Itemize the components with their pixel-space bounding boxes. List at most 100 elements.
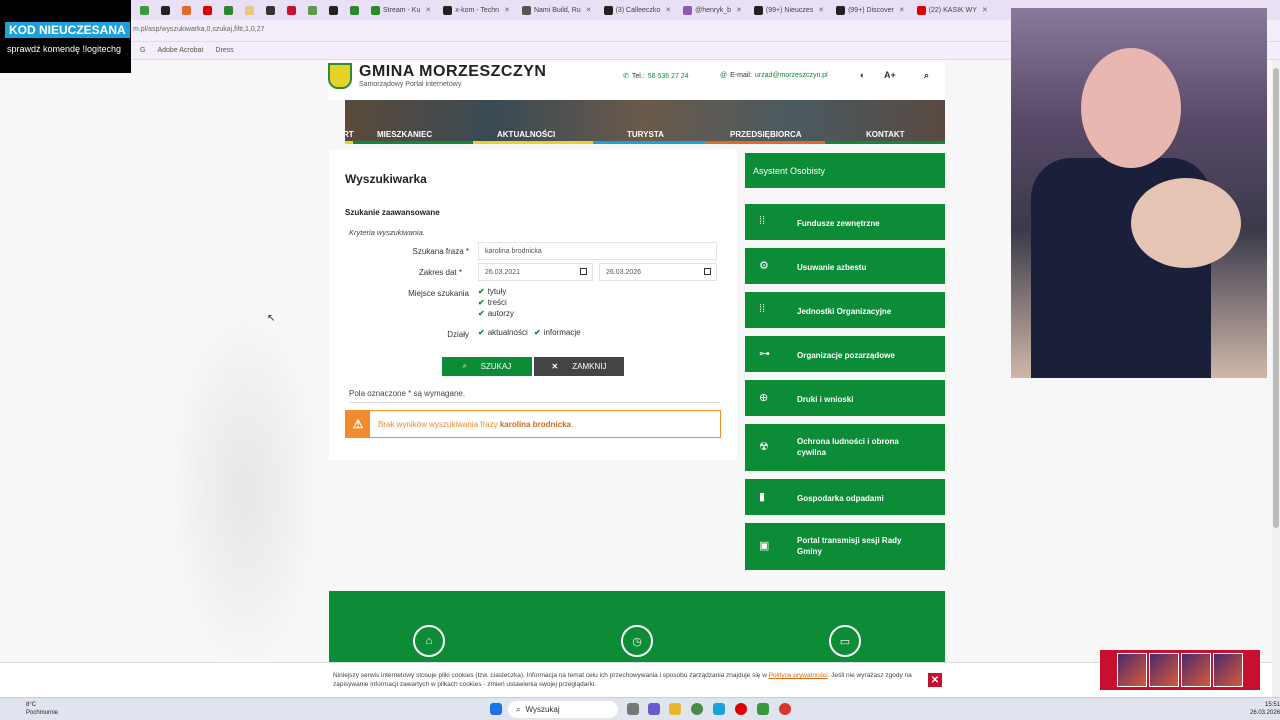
browser-tab[interactable] — [345, 2, 364, 18]
stream-overlay: KOD NIEUCZESANA sprawdź komendę !logitec… — [0, 0, 131, 73]
site-name[interactable]: GMINA MORZESZCZYN — [359, 63, 546, 81]
app-icon[interactable] — [779, 703, 791, 715]
nav-item-przedsiebiorca[interactable]: PRZEDSIĘBIORCA — [730, 130, 802, 139]
taskbar-search[interactable]: ⌕ Wyszukaj — [508, 701, 618, 718]
app-icon[interactable] — [713, 703, 725, 715]
weather-widget[interactable]: 8°C Pochmurnie — [10, 701, 58, 717]
system-clock[interactable]: 15:51 26.03.2026 — [1250, 701, 1280, 717]
contrast-icon[interactable]: ◐ — [860, 70, 865, 80]
browser-tab[interactable] — [156, 2, 175, 18]
document-icon[interactable]: ▭ — [829, 625, 861, 657]
search-button[interactable]: ⌕ SZUKAJ — [442, 357, 532, 376]
privacy-policy-link[interactable]: Polityce prywatności — [769, 672, 828, 679]
chrome-icon[interactable] — [691, 703, 703, 715]
section-checkbox-info[interactable]: ✔ informacje — [534, 328, 581, 337]
browser-tab[interactable] — [135, 2, 154, 18]
task-view-icon[interactable] — [627, 703, 639, 715]
browser-tab[interactable]: Nami Build, Ru ✕ — [517, 2, 597, 18]
tab-close-icon[interactable]: ✕ — [982, 6, 988, 14]
game-card — [1149, 653, 1179, 687]
browser-tab[interactable] — [219, 2, 238, 18]
scrollbar-thumb[interactable] — [1273, 68, 1279, 528]
browser-tab[interactable] — [282, 2, 301, 18]
tab-favicon-icon — [521, 5, 531, 15]
sidebar-item-forms[interactable]: ⊕ Druki i wnioski — [745, 380, 945, 416]
font-size-button[interactable]: A+ — [884, 70, 896, 80]
nav-item-turysta[interactable]: TURYSTA — [627, 130, 664, 139]
place-label: Miejsce szukania — [408, 289, 469, 298]
tab-close-icon[interactable]: ✕ — [736, 6, 742, 14]
site-subtitle: Samorządowy Portal internetowy — [359, 81, 462, 88]
sidebar-item-label: Gospodarka odpadami — [797, 494, 884, 503]
tab-favicon-icon — [224, 5, 233, 15]
phone-contact[interactable]: ✆ Tel.: 58 536 27 24 — [623, 72, 689, 81]
date-to-input[interactable]: 26.03.2026 — [599, 263, 717, 281]
webcam-overlay — [1011, 8, 1267, 378]
browser-tab[interactable] — [303, 2, 322, 18]
tab-close-icon[interactable]: ✕ — [504, 6, 510, 14]
tab-close-icon[interactable]: ✕ — [665, 6, 671, 14]
tab-close-icon[interactable]: ✕ — [586, 6, 592, 14]
search-icon[interactable]: ⌕ — [924, 70, 929, 81]
browser-tab[interactable]: @henryk_b ✕ — [678, 2, 747, 18]
browser-tab[interactable]: x-kom - Techn ✕ — [438, 2, 515, 18]
alert-phrase: karolina brodnicka — [499, 420, 571, 429]
calendar-icon[interactable] — [580, 268, 587, 275]
browser-tab[interactable] — [324, 2, 343, 18]
place-checkbox-contents[interactable]: ✔ treści — [478, 298, 507, 307]
sidebar-item-council-stream[interactable]: ▣ Portal transmisji sesji Rady Gminy — [745, 523, 945, 570]
phone-number: 58 536 27 24 — [647, 72, 689, 80]
browser-tab[interactable] — [198, 2, 217, 18]
app-icon[interactable] — [757, 703, 769, 715]
nav-item-mieszkaniec[interactable]: MIESZKANIEC — [377, 130, 432, 139]
nav-item-start[interactable]: RT — [345, 130, 354, 139]
page-scrollbar[interactable] — [1272, 60, 1280, 697]
tab-label: (22) KASIK WY — [928, 6, 977, 14]
clock-icon[interactable]: ◷ — [621, 625, 653, 657]
section-checkbox-news[interactable]: ✔ aktualności — [478, 328, 528, 337]
discord-icon[interactable] — [648, 703, 660, 715]
browser-tab[interactable]: (99+) Nieuczes ✕ — [749, 2, 829, 18]
calendar-icon[interactable] — [704, 268, 711, 275]
sidebar-item-units[interactable]: ⁞⁞ Jednostki Organizacyjne — [745, 292, 945, 328]
email-icon: @ — [720, 72, 728, 79]
browser-tab[interactable] — [261, 2, 280, 18]
file-explorer-icon[interactable] — [669, 703, 681, 715]
page-title: Wyszukiwarka — [345, 172, 427, 186]
clock-time: 15:51 — [1265, 702, 1280, 708]
nav-item-aktualnosci[interactable]: AKTUALNOŚCI — [497, 130, 555, 139]
sidebar-item-asbestos[interactable]: ⚙ Usuwanie azbestu — [745, 248, 945, 284]
personal-assistant-button[interactable]: Asystent Osobisty — [745, 153, 945, 188]
tab-close-icon[interactable]: ✕ — [425, 6, 431, 14]
google-bookmark-icon[interactable]: G — [140, 47, 145, 54]
date-from-input[interactable]: 26.03.2021 — [478, 263, 593, 281]
browser-tab[interactable]: Stream - Ku ✕ — [366, 2, 436, 18]
home-icon[interactable]: ⌂ — [413, 625, 445, 657]
close-button[interactable]: ✕ ZAMKNIJ — [534, 357, 624, 376]
coat-of-arms-logo[interactable] — [328, 63, 352, 89]
sidebar-item-waste[interactable]: ▮ Gospodarka odpadami — [745, 479, 945, 515]
bookmark-adobe[interactable]: Adobe Acrobat — [157, 47, 203, 54]
place-checkbox-authors[interactable]: ✔ autorzy — [478, 309, 514, 318]
place-option-label: autorzy — [487, 309, 514, 318]
browser-tab[interactable] — [177, 2, 196, 18]
nav-item-kontakt[interactable]: KONTAKT — [866, 130, 905, 139]
browser-tab[interactable]: (99+) Discover ✕ — [831, 2, 910, 18]
cookie-close-button[interactable]: ✕ — [928, 673, 942, 687]
sidebar-item-funds[interactable]: ⁞⁞ Fundusze zewnętrzne — [745, 204, 945, 240]
tab-favicon-icon — [140, 5, 149, 15]
browser-tab[interactable]: (3) Calleeczko ✕ — [599, 2, 677, 18]
phrase-input[interactable]: karolina brodnicka — [478, 242, 717, 260]
tab-close-icon[interactable]: ✕ — [899, 6, 905, 14]
windows-start-icon[interactable] — [490, 703, 502, 715]
bookmark-dress[interactable]: Dress — [215, 47, 233, 54]
app-icon[interactable] — [735, 703, 747, 715]
taskbar-search-label: Wyszukaj — [525, 705, 560, 714]
browser-tab[interactable] — [240, 2, 259, 18]
browser-tab[interactable]: (22) KASIK WY ✕ — [912, 2, 993, 18]
tab-close-icon[interactable]: ✕ — [818, 6, 824, 14]
sidebar-item-civil-protection[interactable]: ☢ Ochrona ludności i obrona cywilna — [745, 424, 945, 471]
place-checkbox-titles[interactable]: ✔ tytuły — [478, 287, 506, 296]
sidebar-item-ngo[interactable]: ⊶ Organizacje pozarządowe — [745, 336, 945, 372]
email-contact[interactable]: @ E-mail: urzad@morzeszczyn.pl — [720, 72, 828, 79]
